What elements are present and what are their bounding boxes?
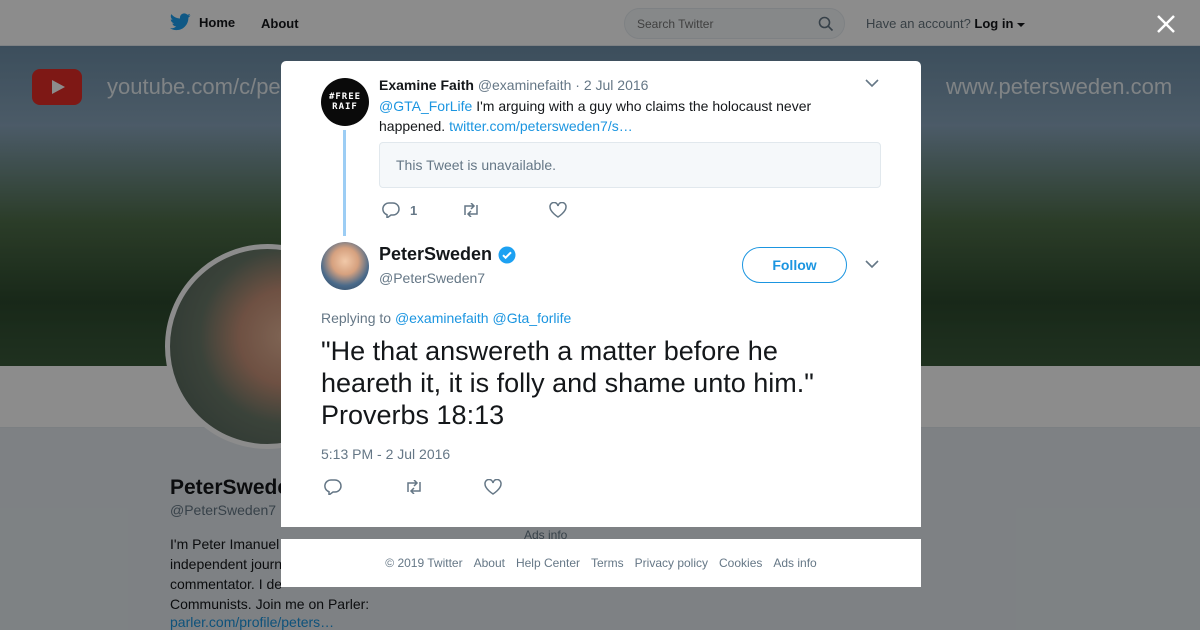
- retweet-icon: [464, 203, 478, 217]
- replying-mention[interactable]: @examinefaith: [395, 310, 489, 326]
- tweet-text: "He that answereth a matter before he he…: [321, 336, 814, 430]
- retweet-button[interactable]: [404, 480, 484, 494]
- retweet-icon: [407, 480, 421, 494]
- replying-mention[interactable]: @Gta_forlife: [493, 310, 572, 326]
- parent-tweet-header: Examine Faith @examinefaith · 2 Jul 2016: [379, 77, 648, 93]
- parent-tweet-actions: 1: [382, 202, 567, 218]
- parent-tweet-text: @GTA_ForLife I'm arguing with a guy who …: [379, 96, 829, 136]
- parent-avatar[interactable]: #FREE RAIF: [321, 78, 369, 126]
- like-icon: [484, 479, 502, 495]
- reply-icon: [324, 479, 342, 495]
- unavailable-quote-card: This Tweet is unavailable.: [379, 142, 881, 188]
- reply-button[interactable]: [324, 479, 404, 495]
- replying-prefix: Replying to: [321, 310, 392, 326]
- parent-author-name[interactable]: Examine Faith: [379, 77, 474, 93]
- tweet-url-link[interactable]: twitter.com/petersweden7/s…: [449, 118, 633, 134]
- footer-copyright: © 2019 Twitter: [385, 556, 463, 570]
- chevron-down-icon[interactable]: [865, 79, 879, 88]
- reply-icon: [382, 202, 400, 218]
- thread-connector: [343, 130, 346, 236]
- like-icon: [549, 202, 567, 218]
- footer-link-cookies[interactable]: Cookies: [719, 556, 762, 570]
- close-icon[interactable]: [1155, 13, 1177, 35]
- author-avatar[interactable]: [321, 242, 369, 290]
- author-name-row[interactable]: PeterSweden: [379, 244, 516, 265]
- like-button[interactable]: [549, 202, 567, 218]
- author-name[interactable]: PeterSweden: [379, 244, 492, 265]
- reply-button[interactable]: 1: [382, 202, 461, 218]
- tweet-timestamp[interactable]: 5:13 PM - 2 Jul 2016: [321, 446, 450, 462]
- retweet-button[interactable]: [461, 203, 549, 217]
- follow-button[interactable]: Follow: [742, 247, 847, 283]
- footer-link-privacy[interactable]: Privacy policy: [635, 556, 708, 570]
- author-handle[interactable]: @PeterSweden7: [379, 270, 485, 286]
- footer-link-about[interactable]: About: [474, 556, 505, 570]
- replying-to: Replying to @examinefaith @Gta_forlife: [321, 310, 575, 326]
- footer-link-terms[interactable]: Terms: [591, 556, 624, 570]
- parent-tweet-date[interactable]: · 2 Jul 2016: [575, 77, 648, 93]
- like-button[interactable]: [484, 479, 564, 495]
- mention-link[interactable]: @GTA_ForLife: [379, 98, 472, 114]
- verified-badge-icon: [498, 246, 516, 263]
- modal-footer: © 2019 Twitter About Help Center Terms P…: [281, 539, 921, 587]
- reply-count: 1: [410, 202, 418, 218]
- tweet-actions: [324, 479, 564, 495]
- chevron-down-icon[interactable]: [865, 260, 879, 269]
- tweet-modal: #FREE RAIF Examine Faith @examinefaith ·…: [281, 61, 921, 527]
- parent-author-handle[interactable]: @examinefaith: [478, 77, 572, 93]
- footer-link-help-center[interactable]: Help Center: [516, 556, 580, 570]
- footer-link-ads-info[interactable]: Ads info: [773, 556, 816, 570]
